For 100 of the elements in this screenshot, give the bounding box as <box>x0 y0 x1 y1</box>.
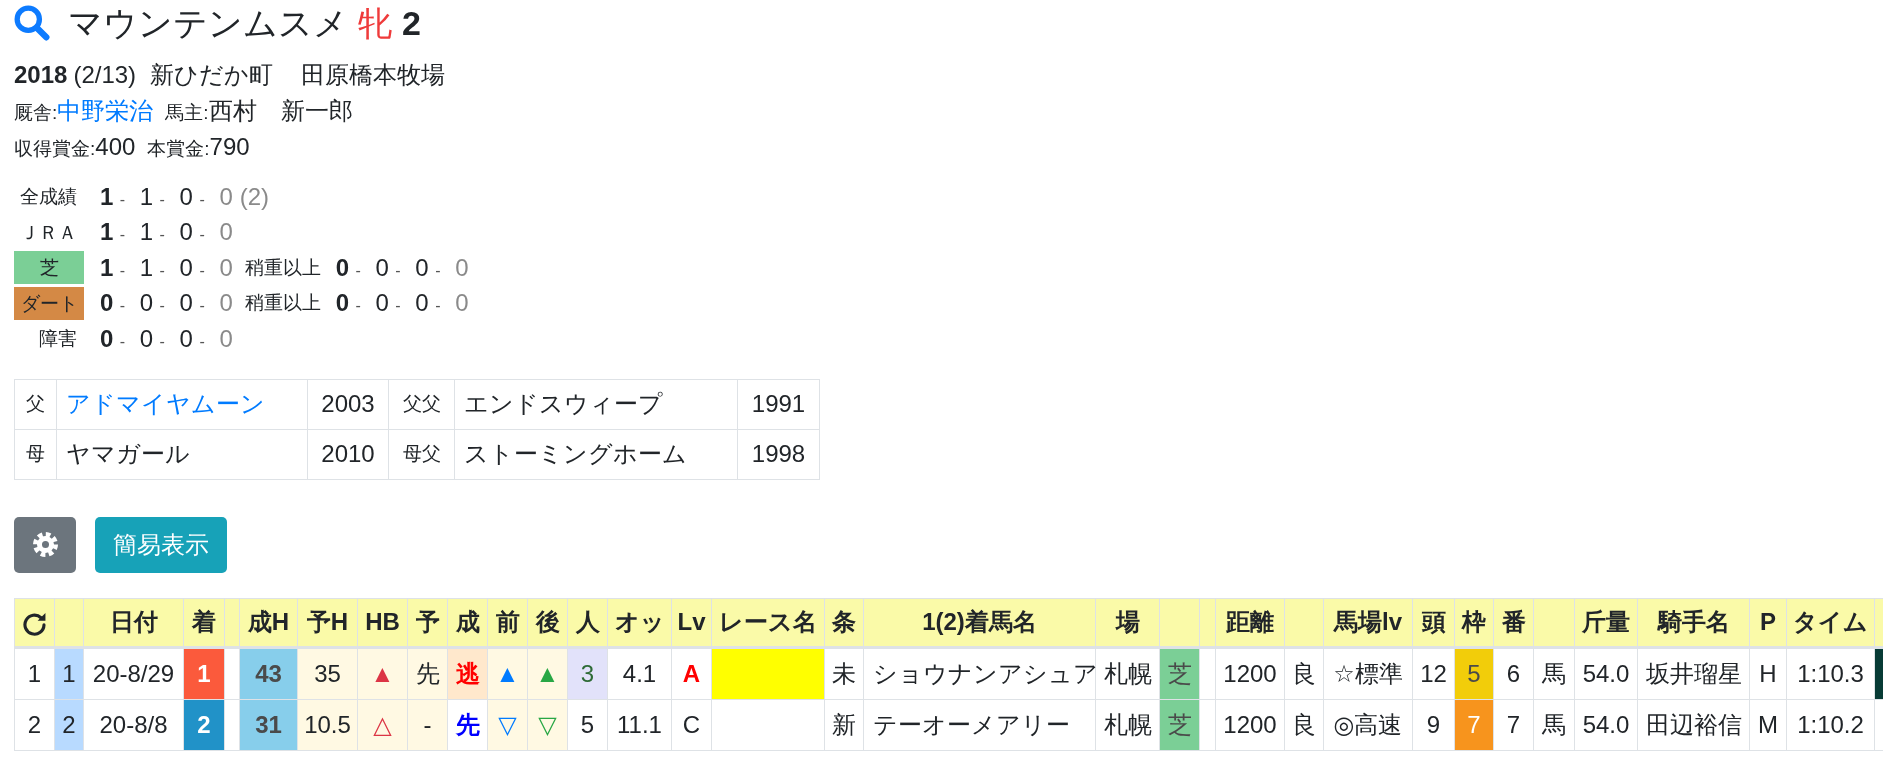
relation-label: 父父 <box>388 379 455 429</box>
table-cell: A <box>671 647 712 699</box>
birthplace: 新ひだか町 <box>150 61 274 88</box>
column-header: 頭 <box>1412 598 1455 647</box>
trainer-label: 厩舎: <box>14 102 58 123</box>
relation-label: 父 <box>14 379 57 429</box>
horse-sex: 牝 <box>358 3 392 44</box>
record-counts: 0 - 0 - 0 - 0 <box>335 253 469 282</box>
column-header: 斤量 <box>1574 598 1638 647</box>
table-cell: 2 <box>183 699 225 750</box>
column-header: 番 <box>1493 598 1534 647</box>
pedigree-name: エンドスウィープ <box>454 379 738 429</box>
table-cell: 20-8/8 <box>83 699 184 750</box>
table-cell: 5 <box>567 699 608 750</box>
birth-year: 2018 <box>14 61 68 88</box>
column-header: 日付 <box>83 598 184 647</box>
table-cell: 坂井瑠星 <box>1637 647 1750 699</box>
record-counts: 1 - 1 - 0 - 0 <box>100 182 233 211</box>
table-cell: 良 <box>1284 699 1324 750</box>
pedigree-year: 1991 <box>737 379 820 429</box>
record-total: (2) <box>239 182 270 211</box>
owner-label: 馬主: <box>165 102 209 123</box>
table-cell: 54.0 <box>1574 647 1638 699</box>
table-cell: - <box>407 699 448 750</box>
table-header-cell <box>1159 598 1200 647</box>
table-cell: 1 <box>14 647 55 699</box>
table-cell: 逃 <box>447 647 488 699</box>
table-cell: ▽ <box>527 699 568 750</box>
relation-label: 母父 <box>388 429 455 479</box>
pedigree-year: 2003 <box>307 379 389 429</box>
table-cell: M <box>1749 699 1787 750</box>
record-counts: 1 - 1 - 0 - 0 <box>100 218 233 247</box>
column-header: HB <box>357 598 408 647</box>
table-cell: ☆標準 <box>1323 647 1413 699</box>
search-icon <box>14 5 50 41</box>
settings-button[interactable] <box>14 516 76 573</box>
record-counts: 1 - 1 - 0 - 0 <box>100 253 233 282</box>
simple-view-button[interactable]: 簡易表示 <box>95 516 227 573</box>
record-label: ＪＲＡ <box>19 220 78 245</box>
table-cell: 54.0 <box>1574 699 1638 750</box>
earned-prize-label: 収得賞金: <box>14 138 96 159</box>
table-cell: ▲ <box>527 647 568 699</box>
table-cell: 1200 <box>1215 647 1285 699</box>
record-label: 全成績 <box>19 185 78 210</box>
table-cell: テーオーメアリー <box>863 699 1096 750</box>
table-cell: 10.5 <box>297 699 358 750</box>
table-cell: 先 <box>447 699 488 750</box>
table-cell: 良 <box>1284 647 1324 699</box>
table-cell: 1:10.2 <box>1786 699 1875 750</box>
column-header: 馬場lv <box>1323 598 1413 647</box>
owner-name: 西村 新一郎 <box>208 97 353 124</box>
reload-icon[interactable] <box>22 611 47 636</box>
table-cell: 7 <box>1493 699 1534 750</box>
pedigree-year: 2010 <box>307 429 389 479</box>
pedigree-name[interactable]: アドマイヤムーン <box>56 379 308 429</box>
table-cell: 7 <box>1454 699 1494 750</box>
table-cell: 3 <box>567 647 608 699</box>
gear-icon <box>32 532 58 557</box>
table-cell: ショウナンアシュア <box>863 647 1096 699</box>
table-cell: 1:10.3 <box>1786 647 1875 699</box>
horse-name: マウンテンムスメ <box>68 3 348 44</box>
column-header: オッ <box>607 598 672 647</box>
record-label: ダート <box>14 286 84 320</box>
pedigree-name: ヤマガール <box>56 429 308 479</box>
table-cell: 芝 <box>1159 647 1200 699</box>
table-cell: H <box>1749 647 1787 699</box>
table-cell: ▲ <box>487 647 528 699</box>
column-header: 騎手名 <box>1637 598 1750 647</box>
column-header: Lv <box>671 598 712 647</box>
table-cell: 馬 <box>1533 647 1575 699</box>
column-header: 枠 <box>1454 598 1494 647</box>
table-cell: 9 <box>1412 699 1455 750</box>
column-header: P <box>1749 598 1787 647</box>
column-header: 予H <box>297 598 358 647</box>
column-header: タイム <box>1786 598 1875 647</box>
pedigree-year: 1998 <box>737 429 820 479</box>
table-cell: 4.1 <box>607 647 672 699</box>
column-header: 後 <box>527 598 568 647</box>
table-cell: 新 <box>824 699 864 750</box>
column-header: 予 <box>407 598 448 647</box>
table-cell: 5 <box>1454 647 1494 699</box>
birth-date: (2/13) <box>73 61 137 88</box>
column-header: 成H <box>239 598 298 647</box>
column-header: 1(2)着馬名 <box>863 598 1096 647</box>
record-counts: 0 - 0 - 0 - 0 <box>100 324 233 353</box>
table-cell: 1 <box>183 647 225 699</box>
earned-prize-value: 400 <box>95 133 136 160</box>
record-label: 芝 <box>14 251 84 285</box>
pedigree-name: ストーミングホーム <box>454 429 738 479</box>
table-cell: 2 <box>14 699 55 750</box>
table-cell: ▽ <box>487 699 528 750</box>
condition-label: 稍重以上 <box>244 291 321 316</box>
table-header-cell <box>1874 598 1883 647</box>
trainer-link[interactable]: 中野栄治 <box>57 97 154 124</box>
table-cell: 31 <box>239 699 298 750</box>
table-cell: 43 <box>239 647 298 699</box>
table-cell: 芝 <box>1159 699 1200 750</box>
table-cell: 札幌 <box>1095 647 1160 699</box>
breeder: 田原橋本牧場 <box>301 61 446 88</box>
table-header-cell <box>1284 598 1324 647</box>
